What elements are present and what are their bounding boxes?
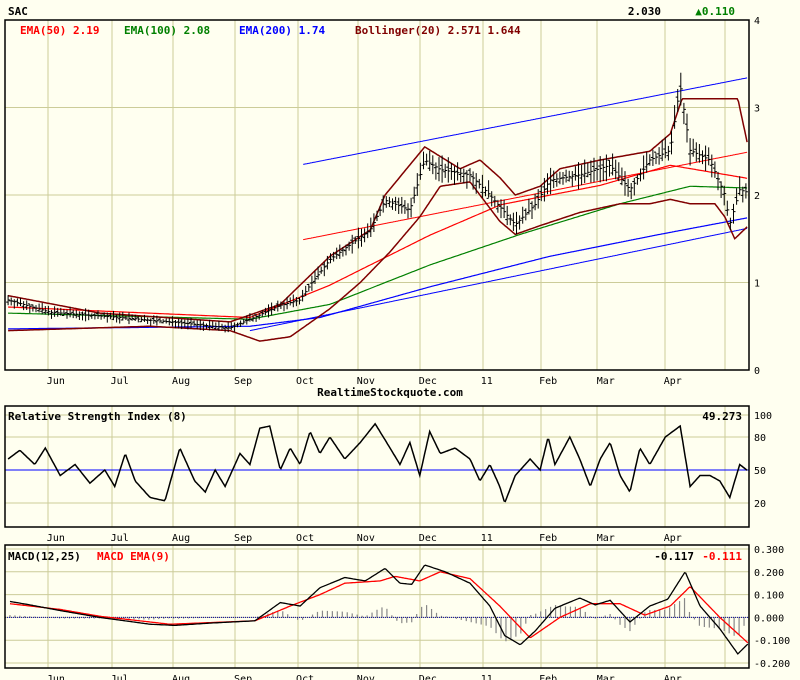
- legend-ema50: EMA(50) 2.19: [20, 24, 99, 37]
- macd-panel: 0.300 0.200 0.100 0.000 -0.100 -0.200 Jun Jul Au…: [4, 544, 790, 680]
- x-tick-label-Jun: Jun: [47, 674, 65, 680]
- macd-signal-value: -0.111: [702, 550, 742, 563]
- x-tick-label-Oct: Oct: [296, 674, 314, 680]
- x-tick-label-Aug: Aug: [172, 376, 190, 387]
- legend-ema200: EMA(200) 1.74: [239, 24, 325, 37]
- x-tick-label-Jul: Jul: [111, 376, 129, 387]
- x-tick-label-11: 11: [481, 533, 493, 544]
- y-tick-label: 0.000: [754, 613, 784, 624]
- symbol-label: SAC: [8, 5, 28, 18]
- x-tick-label-Dec: Dec: [419, 533, 437, 544]
- y-tick-label: 1: [754, 279, 760, 290]
- x-tick-label-Feb: Feb: [539, 376, 557, 387]
- watermark: RealtimeStockquote.com: [317, 386, 463, 399]
- x-tick-label-Nov: Nov: [357, 674, 375, 680]
- y-tick-label: -0.200: [754, 659, 790, 670]
- x-tick-label-Apr: Apr: [664, 376, 682, 387]
- legend-ema100: EMA(100) 2.08: [124, 24, 210, 37]
- macd-signal-title: MACD EMA(9): [97, 550, 170, 563]
- x-tick-label-Mar: Mar: [597, 533, 615, 544]
- macd-panel-bg: [5, 545, 749, 668]
- last-price: 2.030: [628, 5, 661, 18]
- y-tick-label: 100: [754, 411, 772, 422]
- x-tick-label-Jul: Jul: [111, 674, 129, 680]
- x-tick-label-Mar: Mar: [597, 674, 615, 680]
- y-tick-label: 2: [754, 191, 760, 202]
- price-panel: 01234Jun Jul Aug Sep Oct Nov Dec 11 Feb Mar Apr: [4, 16, 760, 387]
- x-tick-label-11: 11: [481, 376, 493, 387]
- rsi-title: Relative Strength Index (8): [8, 410, 187, 423]
- y-tick-label: 3: [754, 104, 760, 115]
- x-tick-label-11: 11: [481, 674, 493, 680]
- y-tick-label: 0.200: [754, 568, 784, 579]
- x-tick-label-Nov: Nov: [357, 533, 375, 544]
- x-tick-label-Dec: Dec: [419, 674, 437, 680]
- x-tick-label-Jul: Jul: [111, 533, 129, 544]
- x-tick-label-Sep: Sep: [234, 674, 252, 680]
- rsi-panel-bg: [5, 406, 749, 527]
- x-tick-label-Sep: Sep: [234, 533, 252, 544]
- y-tick-label: 20: [754, 499, 766, 510]
- y-tick-label: -0.100: [754, 636, 790, 647]
- y-tick-label: 0.300: [754, 545, 784, 556]
- x-tick-label-Sep: Sep: [234, 376, 252, 387]
- x-tick-label-Mar: Mar: [597, 376, 615, 387]
- macd-value: -0.117: [654, 550, 694, 563]
- x-tick-label-Aug: Aug: [172, 533, 190, 544]
- stock-chart: SAC 2.030 ▲0.110 0 1 2 3 4 Jun Jul Aug Sep Oct Nov…: [4, 5, 790, 680]
- y-tick-label: 0: [754, 366, 760, 377]
- x-tick-label-Feb: Feb: [539, 533, 557, 544]
- x-tick-label-Apr: Apr: [664, 674, 682, 680]
- x-tick-label-Oct: Oct: [296, 533, 314, 544]
- y-tick-label: 0.100: [754, 591, 784, 602]
- macd-title: MACD(12,25): [8, 550, 81, 563]
- x-tick-label-Apr: Apr: [664, 533, 682, 544]
- x-tick-label-Oct: Oct: [296, 376, 314, 387]
- x-tick-label-Aug: Aug: [172, 674, 190, 680]
- rsi-value: 49.273: [702, 410, 742, 423]
- y-tick-label: 50: [754, 466, 766, 477]
- rsi-panel: 20 50 80 100 Jun Jul Aug Sep Oct Nov Dec 11 Feb Mar Ap…: [4, 405, 772, 544]
- price-change: ▲0.110: [695, 5, 735, 18]
- x-tick-label-Feb: Feb: [539, 674, 557, 680]
- y-tick-label: 4: [754, 16, 760, 27]
- y-tick-label: 80: [754, 433, 766, 444]
- x-tick-label-Jun: Jun: [47, 533, 65, 544]
- legend-bollinger: Bollinger(20) 2.571 1.644: [355, 24, 521, 37]
- x-tick-label-Jun: Jun: [47, 376, 65, 387]
